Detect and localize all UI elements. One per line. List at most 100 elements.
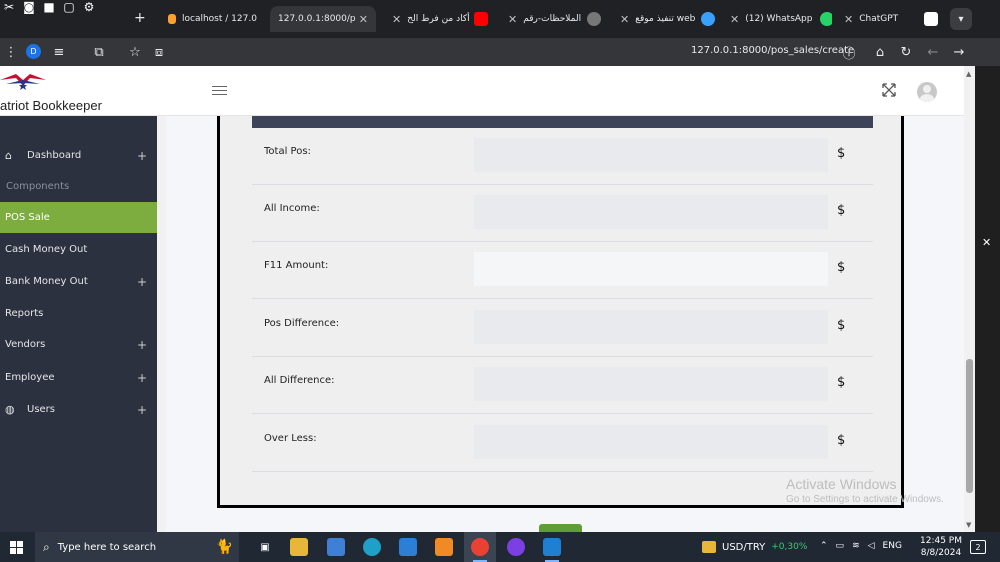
windows-start-icon[interactable] [10,541,23,554]
currency-symbol: $ [837,146,846,161]
home-icon[interactable]: ⌂ [871,43,889,61]
menu-icon[interactable]: ⋮ [2,43,20,61]
reload-icon[interactable]: ↻ [897,43,915,61]
window-icon[interactable]: ▢ [62,0,76,14]
all-difference-field[interactable] [474,367,828,401]
task-view-icon[interactable]: ▣ [256,538,274,556]
gear-icon[interactable]: ⚙ [82,0,96,14]
field-label: Total Pos: [264,146,311,158]
tab-notes[interactable]: ✕ الملاحظات-رقم [500,6,606,32]
submit-button[interactable] [539,524,582,532]
tab-title: الملاحظات-رقم [523,14,582,24]
wifi-icon[interactable]: ≋ [852,541,860,551]
close-icon[interactable]: ✕ [730,13,739,26]
sidebar-item-users[interactable]: ◍ Users + [0,394,157,425]
notification-icon[interactable]: 2 [970,540,986,554]
sidebar-scrollbar[interactable] [157,116,166,532]
total-pos-field[interactable] [474,138,828,172]
xampp-icon[interactable] [435,538,453,556]
palette-icon: ◍ [5,403,15,416]
close-icon[interactable]: ✕ [620,13,629,26]
extensions-icon[interactable]: ⧉ [90,43,108,61]
clock-date: 8/8/2024 [920,548,962,558]
chevron-up-icon[interactable]: ⌃ [820,541,828,551]
mail-icon[interactable] [399,538,417,556]
over-less-field[interactable] [474,425,828,459]
watermark-title: Activate Windows [786,476,897,492]
site-info-icon[interactable]: ⓘ [840,43,858,62]
battery-icon[interactable]: ▭ [836,541,845,551]
chatgpt-icon [924,12,938,26]
profile-avatar[interactable]: D [26,44,41,59]
page-scrollbar[interactable]: ▲ ▼ [964,66,975,532]
scroll-up-icon[interactable]: ▲ [966,70,971,78]
user-avatar[interactable] [917,82,937,102]
back-icon[interactable]: → [950,43,968,61]
bookmark-star-icon[interactable]: ☆ [126,43,144,61]
brand-name: atriot Bookkeeper [0,98,102,113]
f11-amount-field[interactable] [474,252,828,286]
sidebar-item-reports[interactable]: Reports [0,298,157,329]
sidebar-item-label: Reports [5,308,44,319]
fullscreen-icon[interactable] [882,83,898,99]
sidebar-item-bank-money-out[interactable]: Bank Money Out + [0,266,157,297]
windows-taskbar: ⌕ Type here to search 🐈 ▣ USD/TRY +0,30%… [0,532,1000,562]
currency-symbol: $ [837,433,846,448]
scroll-down-icon[interactable]: ▼ [966,521,971,529]
url-field[interactable]: 127.0.0.1:8000/pos_sales/create [691,45,854,56]
file-explorer-icon[interactable] [290,538,308,556]
github-desktop-icon[interactable] [507,538,525,556]
form-row-total-pos: Total Pos: $ [252,128,873,185]
tab-youtube[interactable]: ✕ أكاد من فرط الح [384,6,496,32]
hamburger-menu-icon[interactable] [212,86,227,97]
close-icon[interactable]: ✕ [392,13,401,26]
chrome-icon[interactable] [471,538,489,556]
close-icon[interactable]: ✕ [359,13,368,26]
sidebar-item-label: POS Sale [5,212,50,223]
edge-icon[interactable] [363,538,381,556]
clock[interactable]: 12:45 PM 8/8/2024 [920,535,962,559]
crop-icon[interactable]: ✂ [2,0,16,14]
sidebar-item-vendors[interactable]: Vendors + [0,329,157,360]
sidebar-item-pos-sale[interactable]: POS Sale [0,202,157,233]
close-icon[interactable]: ✕ [508,13,517,26]
language-indicator[interactable]: ENG [883,541,902,551]
sidebar-item-dashboard[interactable]: ⌂ Dashboard + [0,140,157,171]
tab-chatgpt[interactable]: ✕ ChatGPT [836,6,946,32]
close-icon[interactable]: ✕ [844,13,853,26]
search-icon: ⌕ [43,539,50,554]
volume-icon[interactable]: ◁ [868,541,875,551]
tab-whatsapp[interactable]: ✕ (12) WhatsApp [722,6,832,32]
video-icon[interactable]: ■ [42,0,56,14]
sidebar-heading: Components [6,181,70,192]
sidebar-item-employee[interactable]: Employee + [0,362,157,393]
tab-web-project[interactable]: ✕ تنفيذ موقع web [612,6,720,32]
whatsapp-icon [820,12,832,26]
search-placeholder: Type here to search [57,541,157,553]
vscode-icon[interactable] [543,538,561,556]
form-row-all-difference: All Difference: $ [252,357,873,414]
currency-ticker[interactable]: USD/TRY +0,30% [702,541,807,553]
pos-difference-field[interactable] [474,310,828,344]
close-icon[interactable]: ✕ [982,236,991,249]
sidebar-item-cash-money-out[interactable]: Cash Money Out [0,234,157,265]
notes-icon [587,12,602,26]
plus-icon: + [136,274,147,289]
tab-search-button[interactable]: ▾ [950,8,972,30]
scrollbar-thumb[interactable] [966,359,973,493]
forward-icon[interactable]: ← [924,43,942,61]
tab-pos-sales[interactable]: 127.0.0.1:8000/p ✕ [270,6,376,32]
tab-title: localhost / 127.0 [182,14,257,24]
store-icon[interactable] [327,538,345,556]
reading-list-icon[interactable]: ≡ [50,43,68,61]
translate-icon[interactable]: ⧈ [150,43,168,61]
tab-localhost[interactable]: localhost / 127.0 [160,6,268,32]
tab-title: ChatGPT [859,14,899,24]
taskbar-search[interactable]: ⌕ Type here to search 🐈 [35,532,239,562]
address-bar: ⋮ D ≡ ⧉ ☆ ⧈ 127.0.0.1:8000/pos_sales/cre… [0,38,1000,66]
currency-symbol: $ [837,203,846,218]
all-income-field[interactable] [474,195,828,229]
new-tab-button[interactable]: + [134,10,146,26]
camera-icon[interactable]: ◙ [22,0,36,14]
sidebar-item-label: Bank Money Out [5,276,88,287]
